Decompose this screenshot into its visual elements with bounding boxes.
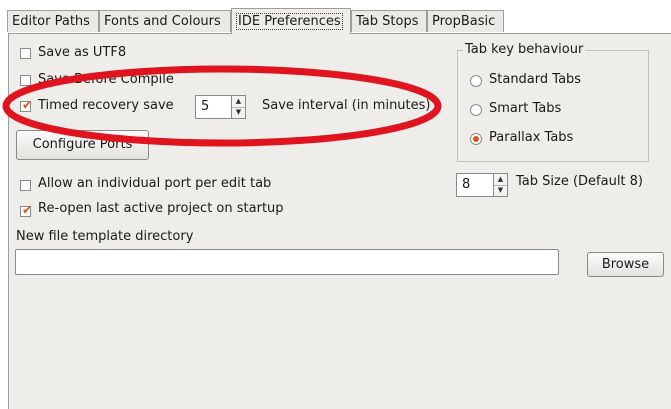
tab-label: Fonts and Colours (104, 14, 221, 29)
recovery-interval-label: Save interval (in minutes) (262, 98, 431, 113)
parallax-tabs-label: Parallax Tabs (489, 130, 574, 145)
standard-tabs-label: Standard Tabs (489, 72, 582, 87)
tab-fonts-and-colours[interactable]: Fonts and Colours (99, 10, 231, 32)
tab-bar: Editor Paths Fonts and Colours IDE Prefe… (0, 0, 671, 34)
check-icon: ✔ (22, 203, 33, 217)
tab-propbasic[interactable]: PropBasic (427, 10, 504, 32)
tab-size-value: 8 (462, 177, 471, 192)
tab-label: Tab Stops (356, 14, 419, 29)
spinner-arrows: ▲ ▼ (231, 96, 245, 118)
tab-editor-paths[interactable]: Editor Paths (7, 10, 99, 32)
save-before-compile-checkbox[interactable] (20, 75, 31, 86)
browse-button[interactable]: Browse (587, 252, 664, 277)
tab-label: Editor Paths (12, 14, 90, 29)
tab-label: IDE Preferences (236, 13, 343, 30)
tab-tab-stops[interactable]: Tab Stops (351, 10, 427, 32)
radio-smart-tabs[interactable] (470, 104, 482, 116)
spinner-down-icon[interactable]: ▼ (232, 107, 245, 118)
recovery-interval-spinner[interactable]: 5 ▲ ▼ (195, 95, 246, 119)
tab-label: PropBasic (432, 14, 496, 29)
radio-standard-tabs[interactable] (470, 75, 482, 87)
radio-parallax-tabs[interactable] (470, 133, 482, 145)
recovery-interval-value: 5 (201, 99, 210, 114)
save-utf8-checkbox[interactable] (20, 48, 31, 59)
configure-ports-button[interactable]: Configure Ports (16, 130, 149, 160)
template-directory-label: New file template directory (16, 229, 194, 244)
spinner-arrows: ▲ ▼ (493, 174, 507, 196)
template-directory-input[interactable] (15, 249, 559, 275)
reopen-project-label: Re-open last active project on startup (38, 201, 284, 216)
spinner-down-icon[interactable]: ▼ (494, 185, 507, 196)
reopen-project-checkbox[interactable]: ✔ (20, 203, 33, 217)
timed-recovery-checkbox[interactable]: ✔ (20, 98, 33, 112)
port-per-tab-label: Allow an individual port per edit tab (38, 176, 272, 191)
save-utf8-label: Save as UTF8 (38, 45, 127, 60)
save-before-compile-label: Save Before Compile (38, 72, 174, 87)
timed-recovery-label: Timed recovery save (38, 98, 174, 113)
smart-tabs-label: Smart Tabs (489, 101, 562, 116)
tab-size-spinner[interactable]: 8 ▲ ▼ (456, 173, 508, 197)
check-icon: ✔ (22, 98, 33, 112)
tab-ide-preferences[interactable]: IDE Preferences (231, 8, 351, 34)
tab-size-label: Tab Size (Default 8) (516, 174, 644, 189)
port-per-tab-checkbox[interactable] (20, 180, 31, 191)
tab-key-group-title: Tab key behaviour (463, 42, 586, 58)
